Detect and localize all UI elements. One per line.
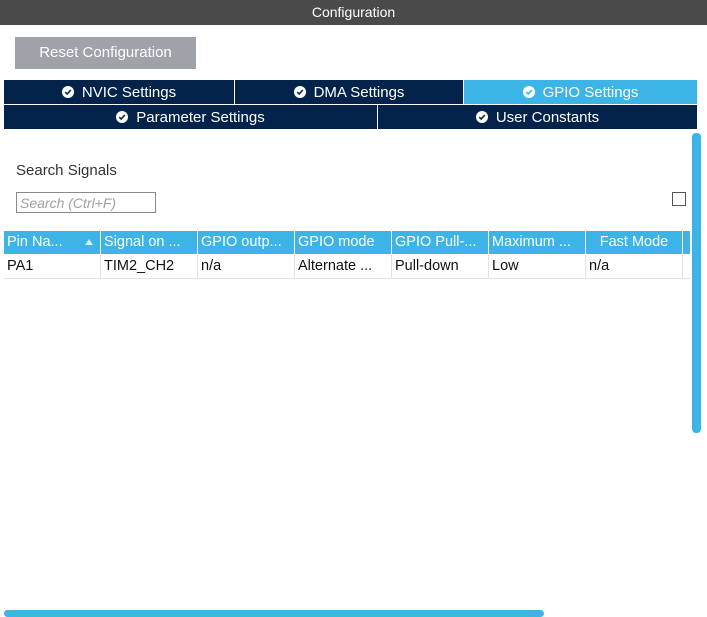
- show-modified-checkbox[interactable]: [672, 192, 686, 206]
- tab-gpio-settings[interactable]: GPIO Settings: [464, 80, 697, 104]
- check-circle-icon: [293, 86, 306, 98]
- column-header-overflow: [683, 231, 691, 254]
- vertical-scrollbar-thumb[interactable]: [692, 133, 701, 433]
- check-circle-icon: [116, 111, 129, 123]
- check-circle-icon: [475, 111, 488, 123]
- column-header-signal-on-pin[interactable]: Signal on ...: [101, 231, 198, 254]
- horizontal-scrollbar-thumb[interactable]: [4, 610, 544, 617]
- column-header-maximum-output-speed[interactable]: Maximum ...: [489, 231, 586, 254]
- column-header-pin-name[interactable]: Pin Na...: [4, 231, 101, 254]
- tab-parameter-settings[interactable]: Parameter Settings: [4, 105, 378, 129]
- check-circle-icon: [522, 86, 535, 98]
- cell-fast-mode: n/a: [586, 254, 683, 278]
- cell-signal: TIM2_CH2: [101, 254, 198, 278]
- tabs-row-2: Parameter Settings User Constants: [4, 105, 697, 129]
- gpio-table: Pin Na... Signal on ... GPIO outp... GPI…: [4, 231, 691, 279]
- reset-configuration-button[interactable]: Reset Configuration: [15, 37, 196, 69]
- tab-dma-settings[interactable]: DMA Settings: [235, 80, 464, 104]
- table-row[interactable]: PA1 TIM2_CH2 n/a Alternate ... Pull-down…: [4, 254, 691, 279]
- column-header-gpio-pull[interactable]: GPIO Pull-...: [392, 231, 489, 254]
- tab-label: NVIC Settings: [81, 83, 177, 101]
- column-header-gpio-mode[interactable]: GPIO mode: [295, 231, 392, 254]
- tab-user-constants[interactable]: User Constants: [378, 105, 697, 129]
- cell-gpio-pull: Pull-down: [392, 254, 489, 278]
- check-circle-icon: [61, 86, 74, 98]
- sort-ascending-icon[interactable]: [85, 239, 93, 245]
- cell-pin-name: PA1: [4, 254, 101, 278]
- column-header-fast-mode[interactable]: Fast Mode: [586, 231, 683, 254]
- tab-label: User Constants: [495, 108, 600, 126]
- tab-nvic-settings[interactable]: NVIC Settings: [4, 80, 235, 104]
- cell-gpio-mode: Alternate ...: [295, 254, 392, 278]
- table-header: Pin Na... Signal on ... GPIO outp... GPI…: [4, 231, 691, 254]
- column-header-gpio-output-level[interactable]: GPIO outp...: [198, 231, 295, 254]
- tab-label: Parameter Settings: [136, 108, 265, 126]
- tab-label: DMA Settings: [313, 83, 405, 101]
- window-title: Configuration: [0, 0, 707, 25]
- search-input[interactable]: [16, 192, 156, 213]
- search-signals-label: Search Signals: [16, 162, 117, 179]
- tabs-row-1: NVIC Settings DMA Settings GPIO Settings: [4, 80, 697, 104]
- tab-label: GPIO Settings: [542, 83, 639, 101]
- cell-output-level: n/a: [198, 254, 295, 278]
- cell-max-speed: Low: [489, 254, 586, 278]
